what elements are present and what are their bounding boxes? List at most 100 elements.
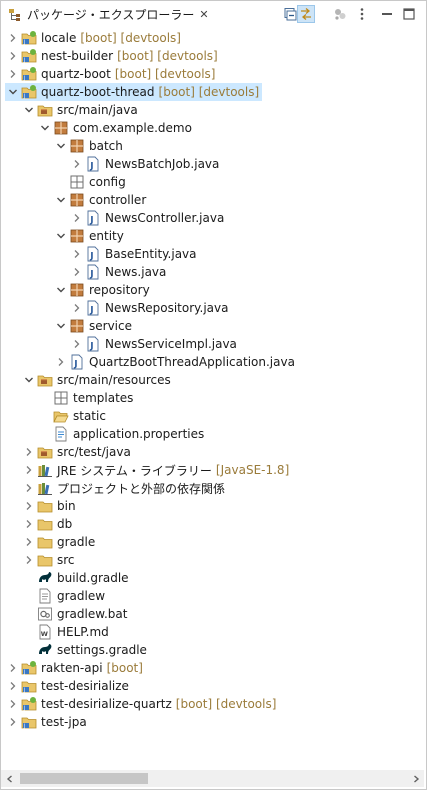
chevron-right-icon[interactable] bbox=[5, 713, 21, 731]
chevron-right-icon[interactable] bbox=[69, 335, 85, 353]
chevron-down-icon[interactable] bbox=[53, 191, 69, 209]
tree-item[interactable]: J NewsServiceImpl.java bbox=[1, 335, 424, 353]
tree-item[interactable]: service bbox=[1, 317, 424, 335]
tree-item[interactable]: settings.gradle bbox=[1, 641, 424, 659]
tree-item[interactable]: J quartz-boot-thread [boot] [devtools] bbox=[1, 83, 424, 101]
tree-item[interactable]: J locale [boot] [devtools] bbox=[1, 29, 424, 47]
tree-item-label: config bbox=[89, 175, 126, 189]
chevron-down-icon[interactable] bbox=[53, 317, 69, 335]
source-folder-icon bbox=[37, 372, 53, 388]
tree-item[interactable]: src/main/java bbox=[1, 101, 424, 119]
tree-item[interactable]: src bbox=[1, 551, 424, 569]
chevron-right-icon[interactable] bbox=[21, 533, 37, 551]
tree-item-decoration: [boot] [devtools] bbox=[114, 67, 216, 81]
chevron-right-icon[interactable] bbox=[69, 155, 85, 173]
tree-item[interactable]: J nest-builder [boot] [devtools] bbox=[1, 47, 424, 65]
tree-item[interactable]: bin bbox=[1, 497, 424, 515]
tree-item[interactable]: batch bbox=[1, 137, 424, 155]
minimize-button[interactable] bbox=[378, 5, 396, 23]
minimize-icon bbox=[380, 7, 394, 21]
package-icon bbox=[69, 282, 85, 298]
tree-item[interactable]: gradle bbox=[1, 533, 424, 551]
tree-item-label: quartz-boot-thread bbox=[41, 85, 155, 99]
chevron-right-icon[interactable] bbox=[69, 245, 85, 263]
tree-item[interactable]: gradlew bbox=[1, 587, 424, 605]
chevron-down-icon[interactable] bbox=[21, 371, 37, 389]
tree-item[interactable]: com.example.demo bbox=[1, 119, 424, 137]
tree-item-content: J rakten-api [boot] bbox=[5, 659, 146, 677]
chevron-right-icon[interactable] bbox=[5, 47, 21, 65]
chevron-right-icon[interactable] bbox=[21, 479, 37, 497]
tree-item-content: J NewsController.java bbox=[69, 209, 227, 227]
tree-item-label: プロジェクトと外部の依存関係 bbox=[57, 481, 226, 496]
tree-item[interactable]: controller bbox=[1, 191, 424, 209]
scroll-left-icon[interactable] bbox=[1, 770, 18, 787]
tree-item[interactable]: J QuartzBootThreadApplication.java bbox=[1, 353, 424, 371]
tree-item[interactable]: J News.java bbox=[1, 263, 424, 281]
focus-active-task-button[interactable] bbox=[331, 5, 349, 23]
tree-item[interactable]: config bbox=[1, 173, 424, 191]
close-icon[interactable]: ✕ bbox=[199, 9, 208, 20]
tree-item[interactable]: JRE システム・ライブラリー [JavaSE-1.8] bbox=[1, 461, 424, 479]
chevron-down-icon[interactable] bbox=[5, 83, 21, 101]
chevron-right-icon[interactable] bbox=[21, 551, 37, 569]
tree-item[interactable]: src/test/java bbox=[1, 443, 424, 461]
chevron-right-icon[interactable] bbox=[21, 443, 37, 461]
tree-item[interactable]: src/main/resources bbox=[1, 371, 424, 389]
chevron-right-icon[interactable] bbox=[21, 461, 37, 479]
svg-text:J: J bbox=[23, 687, 25, 693]
tree-item[interactable]: J BaseEntity.java bbox=[1, 245, 424, 263]
chevron-down-icon[interactable] bbox=[53, 281, 69, 299]
chevron-right-icon[interactable] bbox=[5, 695, 21, 713]
tree-item-label: build.gradle bbox=[57, 571, 129, 585]
chevron-right-icon[interactable] bbox=[53, 353, 69, 371]
tree-item-content: src/test/java bbox=[21, 443, 134, 461]
chevron-right-icon[interactable] bbox=[69, 209, 85, 227]
tree-item[interactable]: J quartz-boot [boot] [devtools] bbox=[1, 65, 424, 83]
chevron-right-icon[interactable] bbox=[5, 677, 21, 695]
tree-item[interactable]: Jtest-jpa bbox=[1, 713, 424, 731]
link-with-editor-button[interactable] bbox=[297, 5, 315, 23]
chevron-right-icon[interactable] bbox=[21, 515, 37, 533]
package-explorer-tab[interactable]: パッケージ・エクスプローラー ✕ bbox=[1, 1, 209, 28]
svg-text:J: J bbox=[89, 162, 93, 172]
tree-item-content: J QuartzBootThreadApplication.java bbox=[53, 353, 298, 371]
scrollbar-thumb[interactable] bbox=[20, 773, 148, 784]
tree-item[interactable]: プロジェクトと外部の依存関係 bbox=[1, 479, 424, 497]
chevron-down-icon[interactable] bbox=[53, 227, 69, 245]
chevron-down-icon[interactable] bbox=[53, 137, 69, 155]
tree-item[interactable]: J NewsRepository.java bbox=[1, 299, 424, 317]
tree-item[interactable]: J rakten-api [boot] bbox=[1, 659, 424, 677]
svg-text:W: W bbox=[41, 630, 48, 638]
tree-item[interactable]: static bbox=[1, 407, 424, 425]
chevron-right-icon[interactable] bbox=[5, 659, 21, 677]
tree-item[interactable]: db bbox=[1, 515, 424, 533]
collapse-all-icon bbox=[283, 7, 297, 21]
tree-item[interactable]: templates bbox=[1, 389, 424, 407]
tree-item[interactable]: J NewsBatchJob.java bbox=[1, 155, 424, 173]
tree-item[interactable]: J NewsController.java bbox=[1, 209, 424, 227]
maximize-button[interactable] bbox=[400, 5, 418, 23]
tree-item[interactable]: entity bbox=[1, 227, 424, 245]
chevron-right-icon[interactable] bbox=[69, 263, 85, 281]
tree-item[interactable]: Jtest-desirialize bbox=[1, 677, 424, 695]
chevron-right-icon[interactable] bbox=[5, 65, 21, 83]
chevron-right-icon[interactable] bbox=[21, 497, 37, 515]
tree-item[interactable]: W HELP.md bbox=[1, 623, 424, 641]
view-menu-button[interactable] bbox=[353, 5, 371, 23]
project-java-boot-icon: J bbox=[21, 30, 37, 46]
tree-item[interactable]: repository bbox=[1, 281, 424, 299]
chevron-right-icon[interactable] bbox=[69, 299, 85, 317]
horizontal-scrollbar[interactable] bbox=[1, 770, 424, 787]
chevron-down-icon[interactable] bbox=[37, 119, 53, 137]
scroll-right-icon[interactable] bbox=[407, 770, 424, 787]
tree-item-content: templates bbox=[37, 389, 136, 407]
chevron-right-icon[interactable] bbox=[5, 29, 21, 47]
tree-item[interactable]: build.gradle bbox=[1, 569, 424, 587]
chevron-down-icon[interactable] bbox=[21, 101, 37, 119]
tree-item[interactable]: application.properties bbox=[1, 425, 424, 443]
tree-item[interactable]: J test-desirialize-quartz [boot] [devtool… bbox=[1, 695, 424, 713]
package-explorer-icon bbox=[8, 8, 22, 22]
folder-icon bbox=[37, 516, 53, 532]
tree-item[interactable]: gradlew.bat bbox=[1, 605, 424, 623]
